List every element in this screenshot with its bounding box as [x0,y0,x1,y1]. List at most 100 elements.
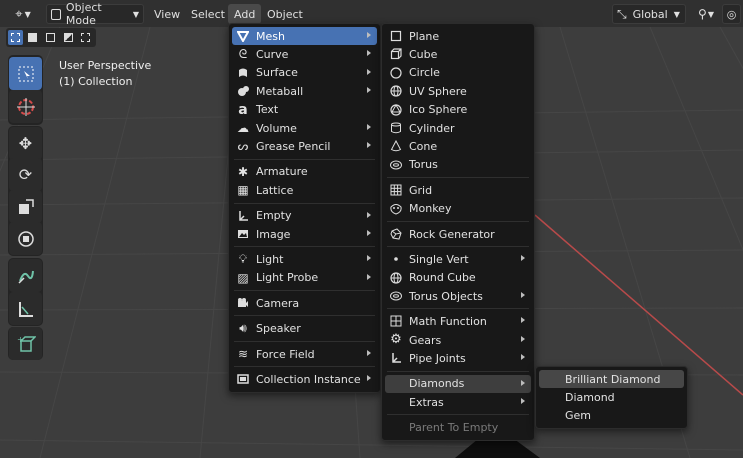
select-new-button[interactable] [8,30,23,45]
menu-item-label: Lattice [256,183,294,197]
circle-icon [389,66,403,80]
mesh-item-torus[interactable]: Torus [385,156,531,174]
mesh-item-monkey[interactable]: Monkey [385,200,531,218]
collection-label: (1) Collection [59,75,133,88]
menu-item-label: Text [256,103,279,117]
add-menu-item-text[interactable]: a Text [232,101,377,119]
diamonds-item-gem[interactable]: Gem [539,407,684,425]
add-menu-item-light-probe[interactable]: ▨ Light Probe [232,269,377,287]
menu-separator [387,246,529,248]
mesh-item-single-vert[interactable]: Single Vert [385,250,531,268]
add-menu-item-image[interactable]: Image [232,225,377,243]
menu-separator [234,366,375,368]
submenu-arrow-icon [367,349,371,356]
volume-icon: ☁ [237,120,249,135]
add-menu-item-mesh[interactable]: Mesh [232,27,377,46]
cursor-tool[interactable] [9,90,42,123]
annotate-tool[interactable] [9,259,42,292]
menu-select[interactable]: Select [185,4,231,24]
select-box-tool[interactable] [9,57,42,90]
mesh-item-gears[interactable]: ⚙ Gears [385,331,531,349]
editor-type-button[interactable]: ⌖ ▼ [6,4,40,24]
move-tool[interactable]: ✥ [9,127,42,160]
scale-tool[interactable] [9,190,42,223]
surface-icon [236,66,250,80]
add-menu-item-armature[interactable]: ✱ Armature [232,163,377,181]
diamonds-item-brilliant-diamond[interactable]: Brilliant Diamond [539,370,684,389]
menu-separator [387,370,529,372]
select-difference-button[interactable] [61,30,76,45]
mode-selector[interactable]: Object Mode ▼ [46,1,144,27]
snap-button[interactable]: ⚲ ▼ [692,4,720,24]
mesh-item-round-cube[interactable]: Round Cube [385,269,531,287]
menu-item-label: Extras [409,395,444,409]
select-intersect-button[interactable] [78,30,93,45]
add-menu-item-metaball[interactable]: Metaball [232,82,377,100]
mesh-item-diamonds[interactable]: Diamonds [385,374,531,394]
select-extend-button[interactable] [26,30,41,45]
menu-separator [387,414,529,416]
measure-tool[interactable] [9,292,42,325]
mesh-item-cone[interactable]: Cone [385,137,531,155]
add-menu-item-speaker[interactable]: 🔊︎ Speaker [232,319,377,337]
metaball-icon [236,84,250,98]
menu-item-label: Empty [256,209,292,223]
diamonds-item-diamond[interactable]: Diamond [539,388,684,406]
select-box-icon [18,66,33,81]
mesh-item-rock-generator[interactable]: Rock Generator [385,225,531,243]
submenu-arrow-icon [521,398,525,405]
mesh-item-circle[interactable]: Circle [385,64,531,82]
add-menu-item-volume[interactable]: ☁ Volume [232,119,377,137]
add-cube-tool[interactable]: + [9,327,42,360]
mesh-item-ico-sphere[interactable]: Ico Sphere [385,101,531,119]
add-menu-item-grease-pencil[interactable]: ᔕ Grease Pencil [232,137,377,155]
add-menu-item-camera[interactable]: Camera [232,294,377,312]
add-menu-item-lattice[interactable]: ▦ Lattice [232,181,377,199]
chevron-down-icon: ▼ [24,9,31,19]
menu-item-label: Torus Objects [409,289,483,303]
mesh-item-cylinder[interactable]: Cylinder [385,119,531,137]
menu-view[interactable]: View [148,4,186,24]
add-menu-item-surface[interactable]: Surface [232,64,377,82]
select-new-icon [10,33,20,42]
menu-item-label: Light Probe [256,271,319,285]
mesh-item-grid[interactable]: Grid [385,181,531,199]
transform-tool[interactable] [9,222,42,255]
mesh-item-torus-objects[interactable]: Torus Objects [385,287,531,305]
select-subtract-button[interactable] [43,30,58,45]
mesh-item-cube[interactable]: Cube [385,45,531,63]
rotate-icon: ⟳ [18,165,33,184]
menu-add[interactable]: Add [228,4,262,24]
menu-item-label: Force Field [256,347,315,361]
cone-icon [389,139,403,153]
mesh-item-extras[interactable]: Extras [385,393,531,411]
submenu-arrow-icon [521,255,525,262]
rotate-tool[interactable]: ⟳ [9,158,42,191]
mesh-item-uv-sphere[interactable]: UV Sphere [385,82,531,100]
cube-icon [389,47,403,61]
single-vert-icon [389,252,403,266]
menu-item-label: Cone [409,140,438,154]
add-menu-item-curve[interactable]: ᘓ Curve [232,45,377,63]
mesh-item-math-function[interactable]: Math Function [385,312,531,330]
mesh-item-plane[interactable]: Plane [385,27,531,45]
add-menu-item-force-field[interactable]: ≋ Force Field [232,345,377,363]
menu-item-label: Grease Pencil [256,140,331,154]
selection-mode-row [6,28,96,47]
round-cube-icon [389,271,403,285]
add-menu-item-light[interactable]: 💡︎ Light [232,250,377,268]
orientation-selector[interactable]: ⤡ Global ▼ [612,4,686,24]
ico-sphere-icon [389,103,403,117]
mesh-item-pipe-joints[interactable]: Pipe Joints [385,349,531,367]
lattice-icon: ▦ [237,183,249,198]
add-menu-item-collection-instance[interactable]: Collection Instance [232,370,377,388]
menu-object[interactable]: Object [261,4,309,24]
menu-item-label: Armature [256,165,308,179]
menu-separator [387,220,529,222]
proportional-edit-button[interactable]: ◎ [722,4,741,24]
curve-icon: ᘓ [238,46,248,61]
submenu-arrow-icon [521,379,525,386]
uv-sphere-icon [389,84,403,98]
empty-icon [236,209,250,223]
add-menu-item-empty[interactable]: Empty [232,207,377,225]
